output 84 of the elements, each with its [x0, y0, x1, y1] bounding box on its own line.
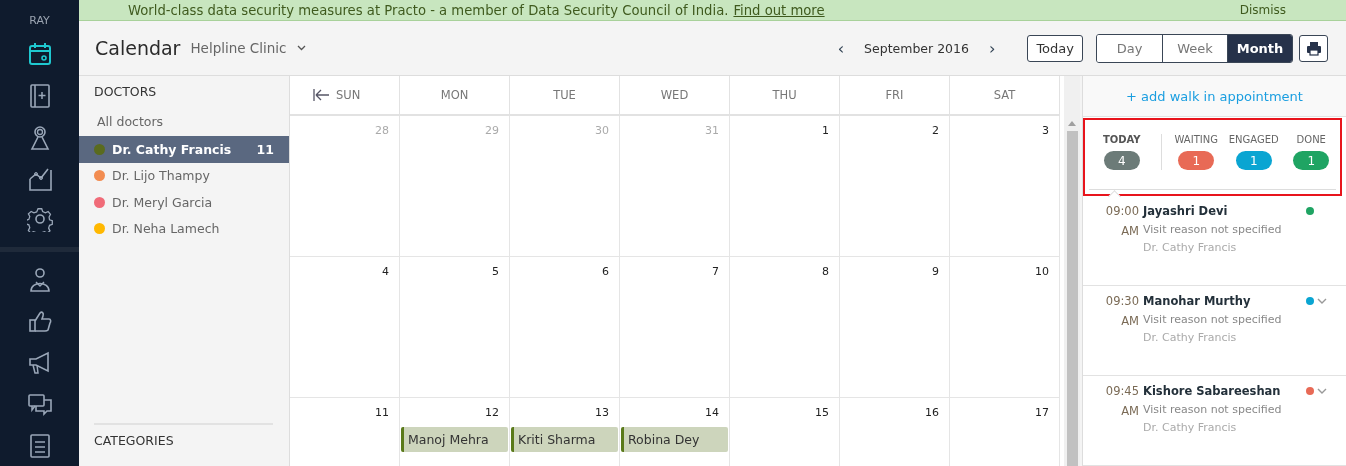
calendar-icon[interactable] [26, 40, 53, 67]
doctor-name: Dr. Cathy Francis [1143, 421, 1238, 434]
print-button[interactable] [1299, 34, 1328, 62]
view-tab[interactable]: Month [1227, 34, 1292, 62]
weekday-header: TUE [553, 88, 576, 102]
doctor-name: Dr. Cathy Francis [1143, 241, 1238, 254]
weekday-header: WED [660, 88, 689, 102]
patient-name[interactable]: Kishore Sabareeshan [1143, 384, 1306, 398]
count-pill: 1 [1235, 151, 1272, 170]
day-number: 5 [492, 265, 499, 278]
visit-reason: Visit reason not specified [1143, 403, 1283, 416]
status-tab[interactable]: WAITING [1174, 134, 1218, 145]
visit-reason: Visit reason not specified [1143, 223, 1283, 236]
view-tab[interactable]: Day [1097, 34, 1162, 62]
today-button[interactable]: Today [1027, 34, 1083, 62]
find-out-more-link[interactable]: Find out more [733, 2, 825, 18]
day-number: 14 [705, 406, 719, 419]
time-label: 09:45 [1104, 384, 1139, 398]
month-label: September 2016 [864, 40, 969, 56]
scrollbar-thumb[interactable] [1066, 131, 1078, 466]
user-initials: RAY [28, 14, 51, 27]
day-number: 8 [822, 265, 829, 278]
status-tab[interactable]: DONE [1296, 134, 1326, 145]
patient-name[interactable]: Jayashri Devi [1143, 204, 1306, 218]
day-number: 31 [705, 124, 719, 137]
day-number: 11 [375, 406, 389, 419]
day-number: 4 [382, 265, 389, 278]
time-label: 09:00 [1104, 204, 1139, 218]
count-pill: 1 [1293, 151, 1330, 170]
weekday-header: FRI [885, 88, 904, 102]
count-pill: 4 [1103, 151, 1140, 170]
next-month-button[interactable]: › [989, 38, 996, 58]
day-number: 17 [1035, 406, 1049, 419]
time-label: AM [1120, 224, 1139, 238]
day-number: 13 [595, 406, 609, 419]
visit-reason: Visit reason not specified [1143, 313, 1283, 326]
page-title: Calendar [95, 37, 181, 59]
printer-icon [1305, 40, 1322, 56]
clinic-name: Helpline Clinic [190, 40, 287, 56]
time-label: AM [1120, 404, 1139, 418]
status-tab[interactable]: ENGAGED [1228, 134, 1279, 145]
status-tab[interactable]: TODAY [1102, 134, 1141, 145]
day-number: 30 [595, 124, 609, 137]
count-label: 11 [256, 141, 274, 157]
day-number: 28 [375, 124, 389, 137]
appointment-event[interactable]: Manoj Mehra [401, 427, 508, 452]
day-number: 15 [815, 406, 829, 419]
view-tab[interactable]: Week [1162, 34, 1227, 62]
section-heading: DOCTORS [93, 83, 158, 101]
appointment-event[interactable]: Kriti Sharma [511, 427, 618, 452]
settings-icon[interactable] [26, 206, 53, 233]
all-doctors-item[interactable]: All doctors [79, 106, 289, 132]
time-label: 09:30 [1104, 294, 1139, 308]
section-heading: CATEGORIES [94, 423, 273, 466]
weekday-header: THU [772, 88, 797, 102]
doctor-item[interactable]: Dr. Cathy Francis 11 [79, 136, 289, 163]
weekday-header: SAT [993, 88, 1016, 102]
collapse-arrow-icon[interactable] [312, 88, 330, 102]
chevron-down-icon[interactable] [1317, 298, 1327, 304]
day-number: 9 [932, 265, 939, 278]
time-label: AM [1120, 314, 1139, 328]
chevron-down-icon[interactable] [296, 45, 306, 51]
day-number: 29 [485, 124, 499, 137]
doctor-item[interactable]: Dr. Neha Lamech [112, 221, 274, 237]
previous-month-button[interactable]: ‹ [837, 38, 845, 58]
dismiss-link[interactable]: Dismiss [1239, 3, 1286, 17]
day-number: 6 [602, 265, 609, 278]
weekday-header: SUN [336, 88, 361, 102]
day-number: 7 [712, 265, 719, 278]
count-pill: 1 [1178, 151, 1215, 170]
weekday-header: MON [440, 88, 469, 102]
chevron-down-icon[interactable] [1317, 388, 1327, 394]
day-number: 2 [932, 124, 939, 137]
banner-text: World-class data security measures at Practo - a member of Data Security Council of India. [128, 2, 729, 18]
day-number: 1 [822, 124, 829, 137]
patient-name[interactable]: Manohar Murthy [1143, 294, 1306, 308]
day-number: 16 [925, 406, 939, 419]
doctor-item[interactable]: Dr. Meryl Garcia [112, 194, 274, 210]
day-number: 3 [1042, 124, 1049, 137]
doctor-name: Dr. Cathy Francis [1143, 331, 1238, 344]
doctor-item[interactable]: Dr. Lijo Thampy [112, 168, 274, 184]
day-number: 10 [1035, 265, 1049, 278]
appointment-event[interactable]: Robina Dey [621, 427, 728, 452]
day-number: 12 [485, 406, 499, 419]
